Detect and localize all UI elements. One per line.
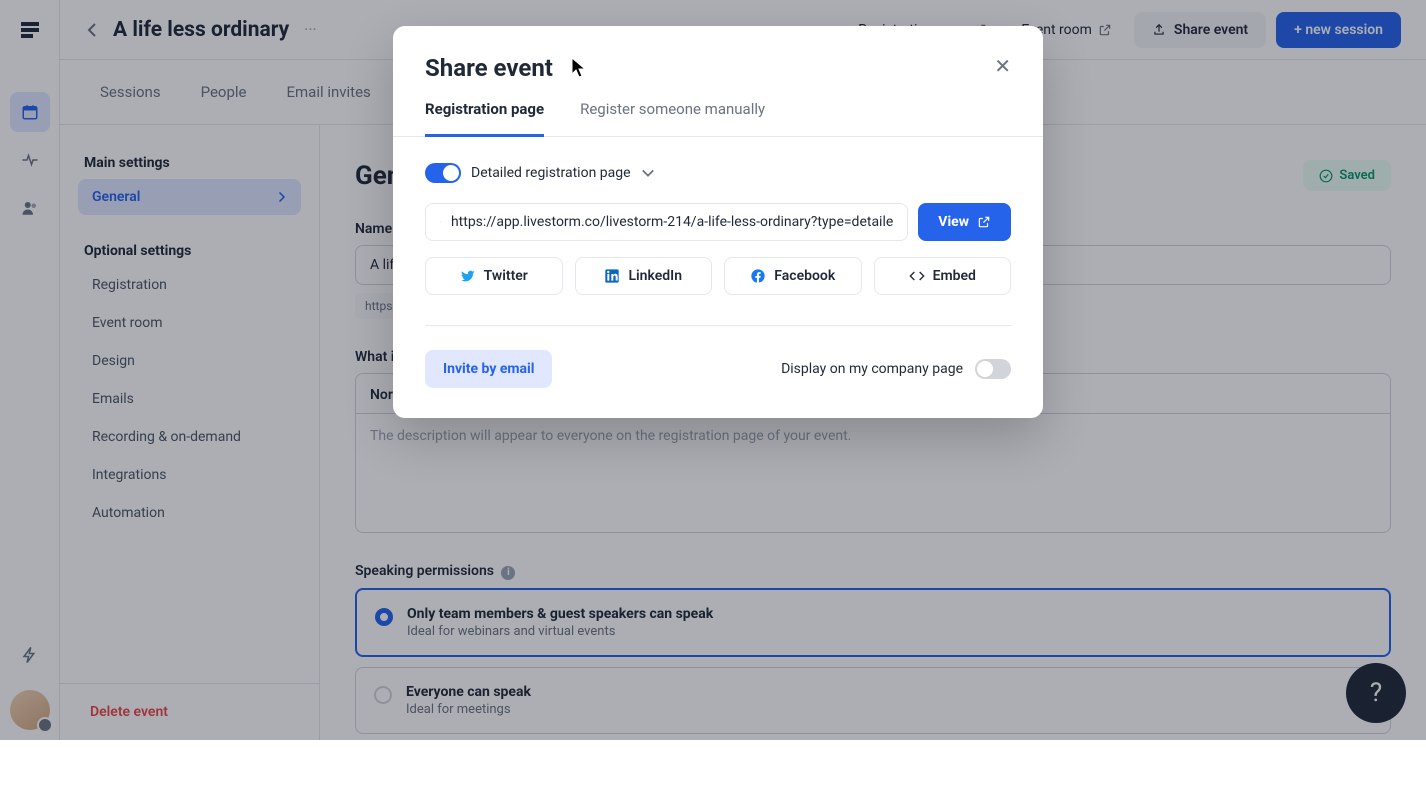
view-button[interactable]: View: [918, 203, 1011, 241]
share-facebook[interactable]: Facebook: [724, 257, 862, 295]
twitter-icon: [460, 268, 476, 284]
share-twitter[interactable]: Twitter: [425, 257, 563, 295]
share-linkedin[interactable]: LinkedIn: [575, 257, 713, 295]
facebook-icon: [750, 268, 766, 284]
link-icon: [440, 215, 441, 229]
share-url-field[interactable]: https://app.livestorm.co/livestorm-214/a…: [425, 203, 908, 241]
modal-title: Share event: [425, 54, 553, 82]
company-page-toggle[interactable]: [975, 359, 1011, 379]
company-page-label: Display on my company page: [781, 361, 963, 377]
detailed-page-label: Detailed registration page: [471, 165, 631, 181]
external-icon: [977, 215, 991, 229]
share-event-modal: Share event ✕ Registration page Register…: [393, 26, 1043, 418]
share-embed[interactable]: Embed: [874, 257, 1012, 295]
modal-tab-registration[interactable]: Registration page: [425, 100, 544, 137]
modal-tab-manual[interactable]: Register someone manually: [580, 100, 765, 136]
detailed-page-toggle[interactable]: [425, 163, 461, 183]
close-button[interactable]: ✕: [994, 54, 1011, 78]
embed-icon: [909, 268, 925, 284]
chevron-down-icon[interactable]: [641, 166, 655, 180]
linkedin-icon: [604, 268, 620, 284]
invite-by-email-button[interactable]: Invite by email: [425, 350, 552, 388]
